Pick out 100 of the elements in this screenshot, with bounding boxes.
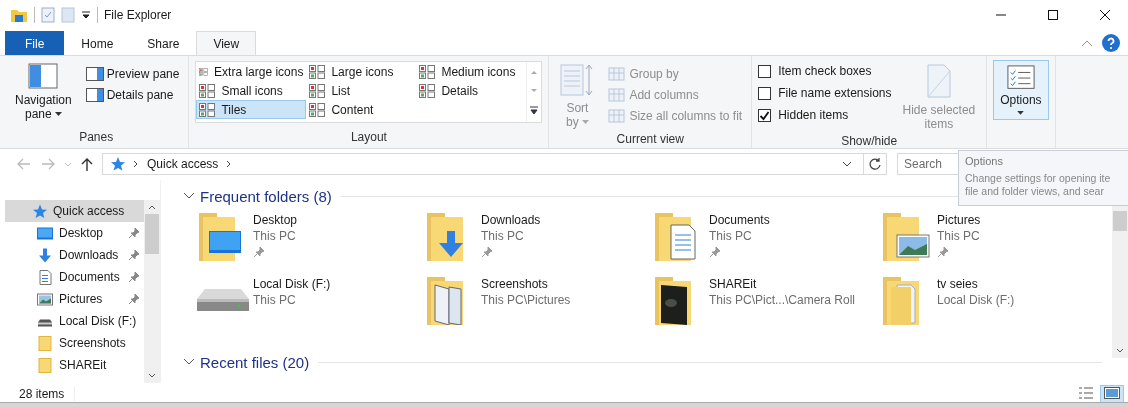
folder-name: SHAREit	[709, 276, 758, 292]
layout-option[interactable]: List	[306, 81, 417, 100]
drive-icon	[197, 289, 249, 313]
folder-tile[interactable]: SHAREit This PC\Pict...\Camera Roll	[649, 276, 877, 340]
options-button[interactable]: Options	[993, 60, 1049, 120]
navigation-pane-button[interactable]: Navigation pane	[10, 60, 77, 130]
section-header[interactable]: Recent files (20)	[181, 352, 311, 372]
download-arrow-icon	[37, 247, 53, 263]
sidebar-item[interactable]: Quick access	[5, 200, 145, 222]
folder-location: This PC	[253, 292, 297, 308]
section-header[interactable]: Frequent folders (8)	[181, 186, 333, 206]
checkbox[interactable]	[758, 86, 772, 100]
scroll-down-icon	[147, 372, 158, 380]
folder-tile[interactable]: Screenshots This PC\Pictures	[421, 276, 649, 340]
star-icon	[31, 203, 47, 219]
columns-icon	[608, 65, 627, 82]
folder-tile[interactable]: Desktop This PC	[193, 212, 421, 276]
checkbox-label: File name extensions	[778, 86, 892, 100]
folder-location: This PC	[481, 228, 525, 244]
scroll-up-icon	[147, 203, 158, 211]
folder-location: This PC\Pictures	[481, 292, 571, 308]
sidebar-item[interactable]: SHAREit	[5, 354, 145, 376]
sidebar-item[interactable]: Screenshots	[5, 332, 145, 354]
folder-location: Local Disk (F:)	[937, 292, 1015, 308]
sidebar-item[interactable]: Downloads	[5, 244, 145, 266]
group-label: Show/hide	[840, 134, 899, 148]
folder-icon	[37, 335, 53, 351]
sidebar-item[interactable]: Local Disk (F:)	[5, 310, 145, 332]
navigation-pane-icon	[28, 63, 59, 89]
pane-button[interactable]: Details pane	[82, 85, 183, 104]
layout-option[interactable]: Extra large icons	[196, 62, 307, 81]
folder-location: This PC\Pict...\Camera Roll	[709, 292, 856, 308]
pictures-folder-icon	[883, 213, 931, 261]
tooltip-text: file and folder views, and sear	[965, 185, 1105, 198]
view-icon	[419, 83, 436, 98]
chevron-icon	[133, 160, 139, 168]
window-title: File Explorer	[104, 8, 172, 22]
tiles-view-button[interactable]	[1100, 384, 1124, 402]
folder-tile[interactable]: Downloads This PC	[421, 212, 649, 276]
tooltip-text: Change settings for opening ite	[965, 172, 1112, 185]
layout-option[interactable]: Content	[306, 100, 417, 119]
dropdown-icon[interactable]	[81, 10, 91, 20]
details-icon	[1078, 386, 1094, 399]
folder-name: Documents	[709, 212, 770, 228]
ribbon-tab[interactable]: File	[5, 31, 65, 55]
folder-location: This PC	[709, 228, 753, 244]
view-icon	[419, 64, 436, 79]
scroll-thumb[interactable]	[1113, 211, 1127, 231]
sidebar-item[interactable]: Documents	[5, 266, 145, 288]
address-bar[interactable]: Quick access	[102, 153, 887, 175]
view-icon	[199, 83, 216, 98]
folder-name: Local Disk (F:)	[253, 276, 331, 292]
view-icon	[309, 102, 326, 117]
chevron-icon	[226, 160, 233, 168]
folder-tile[interactable]: Pictures This PC	[877, 212, 1105, 276]
caret-icon	[1017, 111, 1025, 115]
document-icon	[37, 269, 53, 285]
caret-icon	[581, 120, 589, 124]
pane-icon	[85, 87, 104, 102]
scroll-thumb[interactable]	[145, 214, 160, 254]
layout-option[interactable]: Medium icons	[416, 62, 527, 81]
folder-tile[interactable]: Local Disk (F:) This PC	[193, 276, 421, 340]
new-folder-icon[interactable]	[61, 7, 75, 23]
folder-icon	[10, 7, 28, 23]
group-label: Current view	[615, 132, 685, 146]
layout-option[interactable]: Small icons	[196, 81, 307, 100]
group-label: Layout	[349, 130, 388, 146]
checkbox[interactable]	[758, 108, 772, 122]
folder-tile[interactable]: tv seies Local Disk (F:)	[877, 276, 1105, 340]
chevron-icon	[182, 191, 196, 201]
layout-option[interactable]: Tiles	[196, 100, 307, 119]
ribbon-tab[interactable]: View	[196, 31, 257, 55]
folder-tile[interactable]: Documents This PC	[649, 212, 877, 276]
scroll-down-icon	[1115, 347, 1125, 355]
pane-button[interactable]: Preview pane	[82, 64, 183, 83]
view-icon	[309, 83, 326, 98]
chevron-icon	[182, 357, 196, 367]
columns-icon	[608, 107, 627, 124]
tooltip-title: Options	[965, 155, 1004, 168]
sidebar-item[interactable]: Desktop	[5, 222, 145, 244]
more-icon[interactable]	[528, 106, 541, 117]
layout-option[interactable]: Large icons	[306, 62, 417, 81]
checklist-icon	[1005, 65, 1036, 90]
view-icon	[309, 64, 326, 79]
folder-name: tv seies	[937, 276, 979, 292]
folder-name: Screenshots	[481, 276, 549, 292]
ribbon-tab[interactable]: Home	[64, 31, 131, 55]
desktop-icon	[37, 225, 53, 241]
layout-option[interactable]: Details	[416, 81, 527, 100]
folder-icon	[37, 357, 53, 373]
star-icon	[109, 157, 125, 171]
sidebar-item[interactable]: Pictures	[5, 288, 145, 310]
refresh-icon	[868, 157, 882, 171]
help-icon[interactable]	[1102, 33, 1120, 52]
folder-name: Downloads	[481, 212, 541, 228]
group-label: Panes	[78, 130, 115, 146]
ribbon-tab[interactable]: Share	[130, 31, 197, 55]
scrollbar[interactable]	[144, 200, 160, 383]
checkbox[interactable]	[758, 64, 772, 78]
properties-icon[interactable]	[41, 7, 55, 23]
